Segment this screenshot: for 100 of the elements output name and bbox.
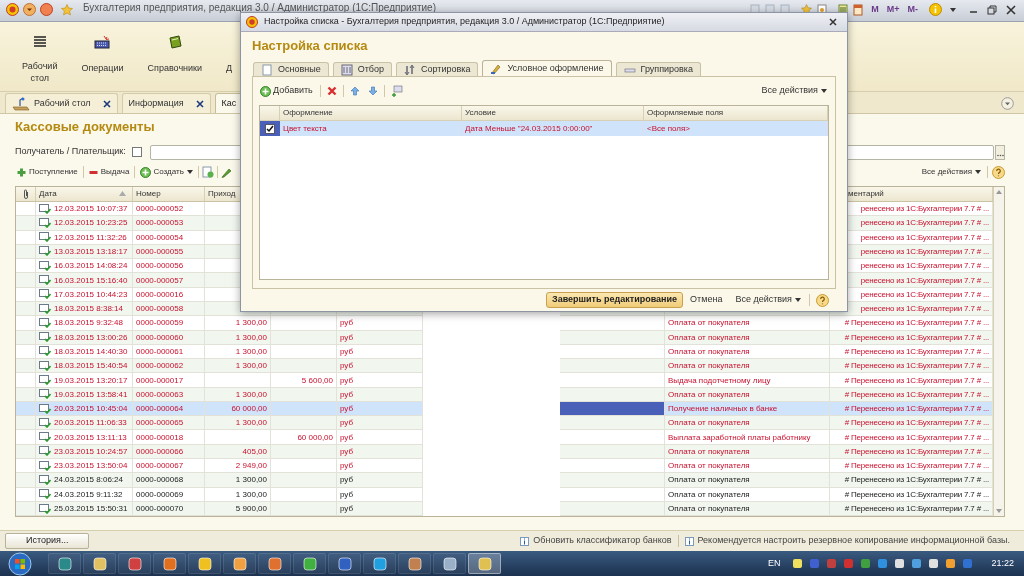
tab[interactable]: Сортировка bbox=[396, 62, 479, 76]
toolbar-button[interactable]: Создать bbox=[138, 164, 195, 180]
column-header[interactable]: Оформление bbox=[283, 107, 333, 119]
memory-button[interactable]: M+ bbox=[886, 3, 900, 17]
table-row[interactable]: 19.03.2015 13:58:41 0000-000063 1 300,00 руб Оплата от покупателя # Перенесено из 1С:Бухгалтерии 7.7 # ... bbox=[16, 387, 993, 402]
table-cell-text: 19.03.2015 13:20:17 bbox=[54, 374, 128, 387]
table-row[interactable]: 18.03.2015 14:40:30 0000-000061 1 300,00 руб Оплата от покупателя # Перенесено из 1С:Бухгалтерии 7.7 # ... bbox=[16, 344, 993, 360]
table-row[interactable]: 18.03.2015 9:32:48 0000-000059 1 300,00 руб Оплата от покупателя # Перенесено из 1С:Бухгалтерии 7.7 # ... bbox=[16, 316, 993, 331]
table-cell-text: 20.03.2015 10:45:04 bbox=[54, 403, 128, 416]
column-header[interactable]: Условие bbox=[465, 107, 496, 119]
toolbar-button[interactable]: Поступление bbox=[15, 164, 80, 180]
table-row[interactable]: 23.03.2015 10:24:57 0000-000066 405,00 руб Оплата от покупателя # Перенесено из 1С:Бухгалтерии 7.7 # ... bbox=[16, 444, 993, 460]
tab[interactable]: Рабочий стол bbox=[5, 93, 118, 113]
tab[interactable]: Группировка bbox=[615, 62, 701, 76]
dialog-title: Настройка списка - Бухгалтерия предприятия, редакция 3.0 / Администратор (1С:Предприятие) bbox=[264, 15, 665, 29]
add-button[interactable]: Добавить bbox=[259, 83, 314, 99]
table-cell-text: 20.03.2015 11:06:33 bbox=[54, 417, 127, 430]
table-cell-text: руб bbox=[340, 445, 354, 458]
section-link[interactable]: Рабочий стол bbox=[22, 60, 58, 84]
column-header[interactable]: Оформляемые поля bbox=[647, 107, 724, 119]
table-cell-text: 18.03.2015 14:40:30 bbox=[54, 345, 128, 358]
table-cell-text: 0000-000056 bbox=[136, 260, 184, 273]
table-cell-text: 0000-000053 bbox=[136, 217, 184, 230]
table-row[interactable]: 24.03.2015 8:06:24 0000-000068 1 300,00 руб Оплата от покупателя # Перенесено из 1С:Бухгалтерии 7.7 # ... bbox=[16, 473, 993, 488]
table-cell-text: 19.03.2015 13:58:41 bbox=[54, 388, 128, 401]
column-header[interactable]: Дата bbox=[39, 188, 57, 200]
table-cell-text: 1 300,00 bbox=[235, 360, 267, 373]
table-cell: Дата Меньше "24.03.2015 0:00:00" bbox=[465, 122, 593, 135]
table-cell-text: # Перенесено из 1С:Бухгалтерии 7.7 # ... bbox=[844, 474, 989, 487]
table-cell-text: # Перенесено из 1С:Бухгалтерии 7.7 # ... bbox=[844, 374, 989, 387]
finish-button[interactable]: Завершить редактирование bbox=[546, 292, 684, 308]
table-cell-text: 23.03.2015 10:24:57 bbox=[54, 445, 128, 458]
table-row[interactable]: 20.03.2015 13:11:13 0000-000018 60 000,00 руб Выплата заработной платы работнику # Перенесено из 1С:Бухгалтерии 7.7 # ... bbox=[16, 430, 993, 445]
table-cell-text: ренесено из 1С:Бухгалтерии 7.7 # ... bbox=[860, 217, 989, 230]
table-cell-text: ренесено из 1С:Бухгалтерии 7.7 # ... bbox=[860, 203, 989, 216]
toolbar-button[interactable]: Выдача bbox=[86, 164, 132, 180]
table-cell-text: Оплата от покупателя bbox=[668, 388, 750, 401]
language-indicator[interactable]: EN bbox=[767, 556, 781, 571]
table-cell-text: 0000-000062 bbox=[136, 360, 184, 373]
table-cell-text: 20.03.2015 13:11:13 bbox=[54, 431, 127, 444]
table-row[interactable]: 24.03.2015 9:11:32 0000-000069 1 300,00 руб Оплата от покупателя # Перенесено из 1С:Бухгалтерии 7.7 # ... bbox=[16, 487, 993, 502]
table-cell-text: Выдача подотчетному лицу bbox=[668, 374, 771, 387]
form-title: Кассовые документы bbox=[15, 118, 155, 136]
section-link[interactable]: Операции bbox=[81, 62, 124, 74]
history-button[interactable]: История... bbox=[5, 533, 90, 549]
table-cell-text: Оплата от покупателя bbox=[668, 417, 750, 430]
table-cell-text: 1 300,00 bbox=[235, 345, 267, 358]
table-cell-text: руб bbox=[340, 388, 354, 401]
notification-link[interactable]: Обновить классификатор банков bbox=[533, 534, 672, 548]
tab[interactable]: Условное оформление bbox=[482, 60, 612, 76]
column-header[interactable]: Номер bbox=[136, 188, 161, 200]
table-cell-text: Оплата от покупателя bbox=[668, 345, 750, 358]
table-cell-text: руб bbox=[340, 460, 354, 473]
table-row[interactable]: 18.03.2015 15:40:54 0000-000062 1 300,00 руб Оплата от покупателя # Перенесено из 1С:Бухгалтерии 7.7 # ... bbox=[16, 359, 993, 374]
all-actions-button[interactable]: Все действия bbox=[919, 164, 983, 180]
all-actions-button[interactable]: Все действия bbox=[759, 83, 829, 99]
column-header[interactable]: ментарий bbox=[848, 188, 884, 200]
table-cell-text: 17.03.2015 10:44:23 bbox=[54, 288, 128, 301]
tab[interactable]: Отбор bbox=[332, 62, 392, 76]
notification-link[interactable]: Рекомендуется настроить резервное копирование информационной базы. bbox=[697, 534, 1010, 548]
section-link[interactable]: Справочники bbox=[147, 62, 203, 74]
table-cell-text: 1 300,00 bbox=[235, 331, 267, 344]
table-row[interactable]: 25.03.2015 15:50:31 0000-000070 5 900,00 руб Оплата от покупателя # Перенесено из 1С:Бухгалтерии 7.7 # ... bbox=[16, 501, 993, 517]
table-cell-text: Оплата от покупателя bbox=[668, 474, 750, 487]
memory-button[interactable]: M bbox=[871, 3, 879, 17]
table-row[interactable]: Цвет текста Дата Меньше "24.03.2015 0:00:00" <Все поля> bbox=[260, 121, 828, 136]
table-cell-text: 18.03.2015 9:32:48 bbox=[54, 317, 123, 330]
table-cell-text: 12.03.2015 11:32:26 bbox=[54, 231, 127, 244]
table-cell-text: 0000-000061 bbox=[136, 345, 184, 358]
table-cell: Цвет текста bbox=[283, 122, 327, 135]
table-cell-text: 0000-000069 bbox=[136, 488, 184, 501]
table-row[interactable]: 19.03.2015 13:20:17 0000-000017 5 600,00 руб Выдача подотчетному лицу # Перенесено из 1С:Бухгалтерии 7.7 # ... bbox=[16, 373, 993, 388]
section-link[interactable]: Д bbox=[226, 62, 233, 74]
table-cell-text: Оплата от покупателя bbox=[668, 331, 750, 344]
clock[interactable]: 21:22 bbox=[991, 556, 1014, 571]
table-cell-text: Оплата от покупателя bbox=[668, 503, 750, 516]
table-cell-text: 0000-000068 bbox=[136, 474, 184, 487]
table-cell-text: # Перенесено из 1С:Бухгалтерии 7.7 # ... bbox=[844, 460, 989, 473]
table-row[interactable]: 23.03.2015 13:50:04 0000-000067 2 949,00 руб Оплата от покупателя # Перенесено из 1С:Бухгалтерии 7.7 # ... bbox=[16, 459, 993, 474]
table-cell-text: ренесено из 1С:Бухгалтерии 7.7 # ... bbox=[860, 245, 989, 258]
table-cell-text: 0000-000063 bbox=[136, 388, 184, 401]
table-cell-text: 0000-000067 bbox=[136, 460, 184, 473]
column-header[interactable]: Приход bbox=[208, 188, 236, 200]
table-cell-text: # Перенесено из 1С:Бухгалтерии 7.7 # ... bbox=[844, 345, 989, 358]
table-cell-text: ренесено из 1С:Бухгалтерии 7.7 # ... bbox=[860, 274, 989, 287]
table-row[interactable]: 18.03.2015 13:00:26 0000-000060 1 300,00 руб Оплата от покупателя # Перенесено из 1С:Бухгалтерии 7.7 # ... bbox=[16, 330, 993, 345]
table-cell-text: # Перенесено из 1С:Бухгалтерии 7.7 # ... bbox=[844, 331, 989, 344]
table-cell-text: 0000-000070 bbox=[136, 503, 184, 516]
table-cell-text: 1 300,00 bbox=[235, 488, 267, 501]
table-cell-text: 0000-000059 bbox=[136, 317, 184, 330]
table-cell-text: руб bbox=[340, 317, 354, 330]
tab[interactable]: Информация bbox=[121, 93, 211, 113]
table-cell-text: Выплата заработной платы работнику bbox=[668, 431, 811, 444]
table-cell-text: 18.03.2015 8:38:14 bbox=[54, 303, 123, 316]
dialog-heading: Настройка списка bbox=[252, 37, 368, 56]
table-row[interactable]: 20.03.2015 11:06:33 0000-000065 1 300,00 руб Оплата от покупателя # Перенесено из 1С:Бухгалтерии 7.7 # ... bbox=[16, 416, 993, 431]
table-cell-text: 60 000,00 bbox=[297, 431, 333, 444]
tab[interactable]: Основные bbox=[253, 62, 329, 76]
memory-button[interactable]: M- bbox=[907, 3, 918, 17]
table-row[interactable]: 20.03.2015 10:45:04 0000-000064 60 000,00 руб Получение наличных в банке # Перенесено из 1С:Бухгалтерии 7.7 # ... bbox=[16, 401, 993, 417]
